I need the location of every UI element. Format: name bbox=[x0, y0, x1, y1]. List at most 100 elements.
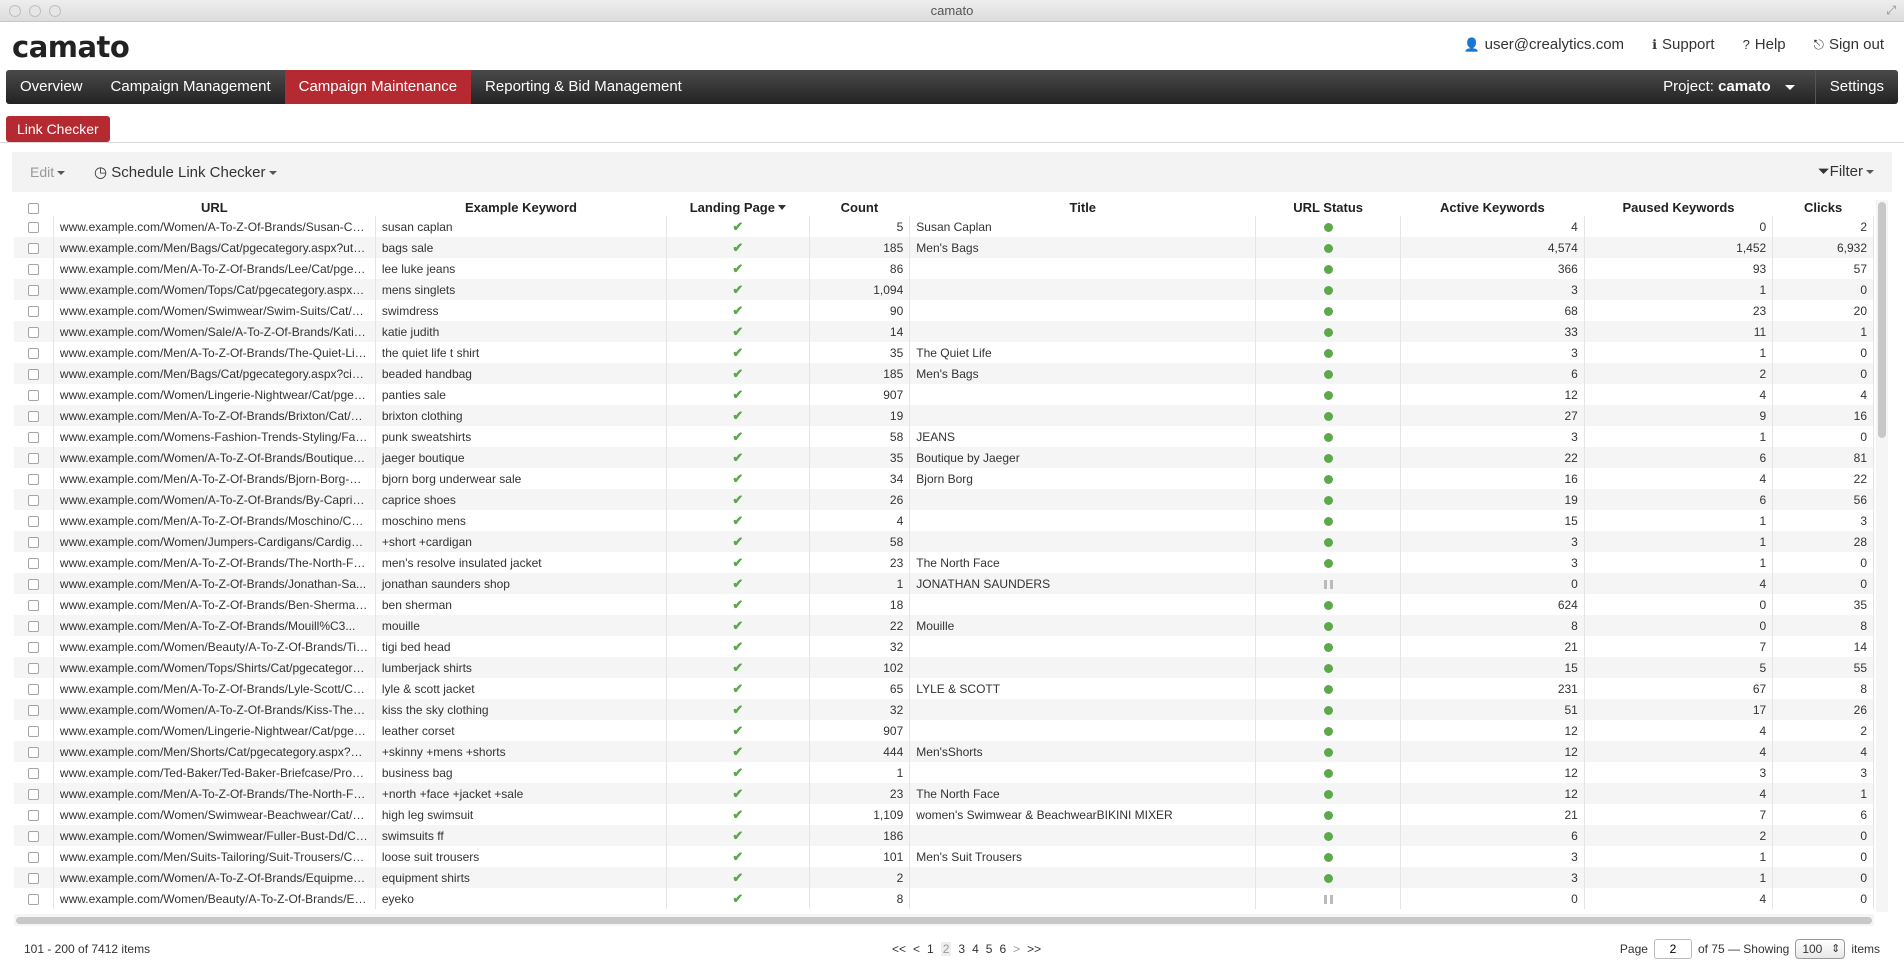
row-checkbox[interactable] bbox=[27, 263, 39, 275]
row-checkbox[interactable] bbox=[27, 767, 39, 779]
row-checkbox[interactable] bbox=[27, 578, 39, 590]
col-landing-page[interactable]: Landing Page bbox=[667, 198, 809, 216]
next-page-link[interactable]: > bbox=[1013, 942, 1020, 956]
select-all-header[interactable] bbox=[14, 198, 53, 216]
table-row[interactable]: www.example.com/Women/Lingerie-Nightwear… bbox=[14, 384, 1874, 405]
user-link[interactable]: 👤 user@crealytics.com bbox=[1463, 36, 1624, 53]
table-row[interactable]: www.example.com/Women/Swimwear/Fuller-Bu… bbox=[14, 825, 1874, 846]
row-checkbox[interactable] bbox=[27, 620, 39, 632]
row-checkbox[interactable] bbox=[27, 599, 39, 611]
table-row[interactable]: www.example.com/Men/Shorts/Cat/pgecatego… bbox=[14, 741, 1874, 762]
table-row[interactable]: www.example.com/Ted-Baker/Ted-Baker-Brie… bbox=[14, 762, 1874, 783]
nav-campaign-management[interactable]: Campaign Management bbox=[97, 70, 285, 104]
prev-page-link[interactable]: < bbox=[913, 942, 920, 956]
row-checkbox[interactable] bbox=[27, 305, 39, 317]
page-link-5[interactable]: 5 bbox=[986, 942, 993, 956]
table-row[interactable]: www.example.com/Women/Tops/Cat/pgecatego… bbox=[14, 279, 1874, 300]
row-checkbox[interactable] bbox=[27, 473, 39, 485]
table-row[interactable]: www.example.com/Women/Beauty/A-To-Z-Of-B… bbox=[14, 636, 1874, 657]
table-row[interactable]: www.example.com/Men/A-To-Z-Of-Brands/The… bbox=[14, 342, 1874, 363]
table-row[interactable]: www.example.com/Men/Bags/Cat/pgecategory… bbox=[14, 237, 1874, 258]
row-checkbox[interactable] bbox=[27, 452, 39, 464]
table-row[interactable]: www.example.com/Women/Sale/A-To-Z-Of-Bra… bbox=[14, 321, 1874, 342]
row-checkbox[interactable] bbox=[27, 788, 39, 800]
schedule-link-checker-dropdown[interactable]: ◷ Schedule Link Checker bbox=[94, 163, 277, 181]
horizontal-scroll-thumb[interactable] bbox=[16, 917, 1872, 924]
table-row[interactable]: www.example.com/Women/Beauty/A-To-Z-Of-B… bbox=[14, 888, 1874, 909]
nav-reporting-bid-management[interactable]: Reporting & Bid Management bbox=[471, 70, 696, 104]
col-clicks[interactable]: Clicks bbox=[1773, 198, 1874, 216]
table-row[interactable]: www.example.com/Men/A-To-Z-Of-Brands/Lyl… bbox=[14, 678, 1874, 699]
page-link-3[interactable]: 3 bbox=[958, 942, 965, 956]
col-title[interactable]: Title bbox=[910, 198, 1256, 216]
last-page-link[interactable]: >> bbox=[1027, 942, 1041, 956]
tab-link-checker[interactable]: Link Checker bbox=[6, 116, 110, 142]
table-row[interactable]: www.example.com/Men/A-To-Z-Of-Brands/The… bbox=[14, 552, 1874, 573]
row-checkbox[interactable] bbox=[27, 557, 39, 569]
row-checkbox[interactable] bbox=[27, 368, 39, 380]
row-checkbox[interactable] bbox=[27, 431, 39, 443]
table-row[interactable]: www.example.com/Men/A-To-Z-Of-Brands/Jon… bbox=[14, 573, 1874, 594]
row-checkbox[interactable] bbox=[27, 410, 39, 422]
edit-dropdown[interactable]: Edit bbox=[30, 164, 66, 180]
page-link-6[interactable]: 6 bbox=[999, 942, 1006, 956]
col-count[interactable]: Count bbox=[809, 198, 910, 216]
support-link[interactable]: ℹ Support bbox=[1652, 36, 1715, 53]
row-checkbox[interactable] bbox=[27, 284, 39, 296]
row-checkbox[interactable] bbox=[27, 746, 39, 758]
vertical-scroll-thumb[interactable] bbox=[1878, 202, 1886, 438]
table-row[interactable]: www.example.com/Men/A-To-Z-Of-Brands/Mou… bbox=[14, 615, 1874, 636]
row-checkbox[interactable] bbox=[27, 809, 39, 821]
page-link-1[interactable]: 1 bbox=[927, 942, 934, 956]
camato-logo[interactable]: camato bbox=[12, 30, 130, 64]
row-checkbox[interactable] bbox=[27, 683, 39, 695]
table-row[interactable]: www.example.com/Women/Swimwear-Beachwear… bbox=[14, 804, 1874, 825]
row-checkbox[interactable] bbox=[27, 893, 39, 905]
row-checkbox[interactable] bbox=[27, 641, 39, 653]
table-row[interactable]: www.example.com/Men/A-To-Z-Of-Brands/Lee… bbox=[14, 258, 1874, 279]
row-checkbox[interactable] bbox=[27, 221, 39, 233]
table-row[interactable]: www.example.com/Women/Lingerie-Nightwear… bbox=[14, 720, 1874, 741]
table-row[interactable]: www.example.com/Men/A-To-Z-Of-Brands/Bri… bbox=[14, 405, 1874, 426]
table-row[interactable]: www.example.com/Women/Tops/Shirts/Cat/pg… bbox=[14, 657, 1874, 678]
page-link-4[interactable]: 4 bbox=[972, 942, 979, 956]
row-checkbox[interactable] bbox=[27, 851, 39, 863]
table-row[interactable]: www.example.com/Men/A-To-Z-Of-Brands/The… bbox=[14, 783, 1874, 804]
col-example-keyword[interactable]: Example Keyword bbox=[375, 198, 666, 216]
page-size-select[interactable]: 100 bbox=[1795, 939, 1846, 959]
nav-campaign-maintenance[interactable]: Campaign Maintenance bbox=[284, 70, 472, 104]
col-url[interactable]: URL bbox=[53, 198, 375, 216]
row-checkbox[interactable] bbox=[27, 494, 39, 506]
project-selector[interactable]: Project: camato bbox=[1643, 70, 1816, 104]
filter-dropdown[interactable]: ⏷Filter bbox=[1818, 163, 1874, 180]
row-checkbox[interactable] bbox=[27, 536, 39, 548]
row-checkbox[interactable] bbox=[27, 725, 39, 737]
table-row[interactable]: www.example.com/Women/A-To-Z-Of-Brands/B… bbox=[14, 447, 1874, 468]
row-checkbox[interactable] bbox=[27, 704, 39, 716]
row-checkbox[interactable] bbox=[27, 347, 39, 359]
table-row[interactable]: www.example.com/Women/Jumpers-Cardigans/… bbox=[14, 531, 1874, 552]
first-page-link[interactable]: << bbox=[892, 942, 906, 956]
close-window-button[interactable] bbox=[9, 5, 21, 17]
table-row[interactable]: www.example.com/Women/Swimwear/Swim-Suit… bbox=[14, 300, 1874, 321]
col-paused-keywords[interactable]: Paused Keywords bbox=[1584, 198, 1772, 216]
select-all-checkbox[interactable] bbox=[28, 202, 40, 214]
vertical-scrollbar[interactable] bbox=[1876, 200, 1888, 912]
table-row[interactable]: www.example.com/Men/Bags/Cat/pgecategory… bbox=[14, 363, 1874, 384]
col-active-keywords[interactable]: Active Keywords bbox=[1400, 198, 1584, 216]
table-row[interactable]: www.example.com/Men/Suits-Tailoring/Suit… bbox=[14, 846, 1874, 867]
row-checkbox[interactable] bbox=[27, 326, 39, 338]
nav-overview[interactable]: Overview bbox=[6, 70, 97, 104]
table-row[interactable]: www.example.com/Men/A-To-Z-Of-Brands/Bjo… bbox=[14, 468, 1874, 489]
table-row[interactable]: www.example.com/Women/A-To-Z-Of-Brands/S… bbox=[14, 216, 1874, 237]
table-row[interactable]: www.example.com/Men/A-To-Z-Of-Brands/Ben… bbox=[14, 594, 1874, 615]
page-number-input[interactable] bbox=[1653, 939, 1692, 959]
row-checkbox[interactable] bbox=[27, 872, 39, 884]
table-row[interactable]: www.example.com/Women/A-To-Z-Of-Brands/K… bbox=[14, 699, 1874, 720]
table-row[interactable]: www.example.com/Women/A-To-Z-Of-Brands/E… bbox=[14, 867, 1874, 888]
zoom-window-button[interactable] bbox=[49, 5, 61, 17]
signout-link[interactable]: ⎋ Sign out bbox=[1814, 36, 1884, 53]
minimize-window-button[interactable] bbox=[29, 5, 41, 17]
row-checkbox[interactable] bbox=[27, 830, 39, 842]
row-checkbox[interactable] bbox=[27, 662, 39, 674]
